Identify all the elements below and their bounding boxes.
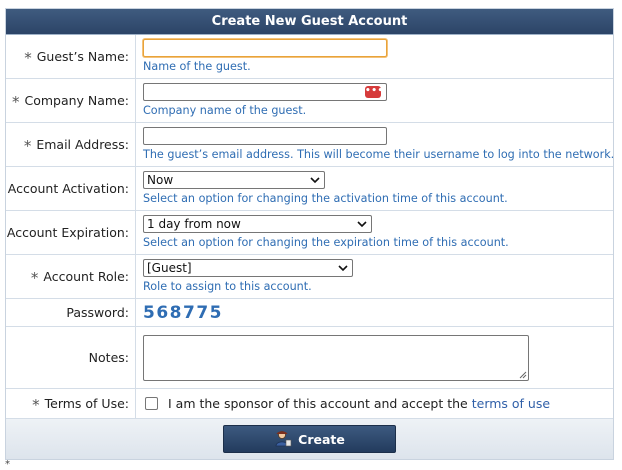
expiration-selected: 1 day from now [147, 217, 241, 231]
email-hint: The guest’s email address. This will bec… [143, 148, 615, 161]
activation-row: Account Activation: Now Select an option… [6, 167, 613, 211]
password-value: 568775 [143, 302, 223, 323]
guest-name-hint: Name of the guest. [143, 60, 251, 73]
form-title: Create New Guest Account [6, 9, 613, 35]
role-selected: [Guest] [147, 261, 192, 275]
email-label: Email Address: [36, 137, 129, 152]
notes-label: Notes: [88, 350, 129, 365]
terms-checkbox[interactable] [145, 397, 158, 410]
terms-of-use-link[interactable]: terms of use [472, 396, 550, 411]
expiration-label: Account Expiration: [6, 225, 129, 240]
required-marker: * [23, 136, 32, 155]
notes-textarea[interactable] [143, 334, 529, 381]
required-marker: * [32, 395, 40, 414]
company-name-hint: Company name of the guest. [143, 104, 307, 117]
role-select[interactable]: [Guest] [143, 259, 353, 277]
company-name-row: * Company Name: ••• Company name of the … [6, 79, 613, 123]
required-marker: * [24, 48, 32, 67]
expiration-hint: Select an option for changing the expira… [143, 236, 509, 249]
chevron-down-icon [310, 175, 320, 185]
form-footer: Create [6, 419, 613, 459]
create-button[interactable]: Create [223, 425, 396, 453]
activation-label: Account Activation: [7, 181, 129, 196]
role-row: * Account Role: [Guest] Role to assign t… [6, 255, 613, 299]
terms-text: I am the sponsor of this account and acc… [168, 396, 468, 411]
chevron-down-icon [357, 219, 367, 229]
expiration-row: Account Expiration: 1 day from now Selec… [6, 211, 613, 255]
role-label: Account Role: [43, 269, 129, 284]
company-name-label: Company Name: [24, 93, 129, 108]
password-row: Password: 568775 [6, 299, 613, 327]
guest-name-input[interactable] [143, 39, 387, 57]
company-name-input[interactable] [143, 83, 387, 101]
expiration-select[interactable]: 1 day from now [143, 215, 372, 233]
create-guest-form: Create New Guest Account * Guest’s Name:… [5, 8, 614, 460]
notes-row: Notes: [6, 327, 613, 389]
more-dots-icon[interactable]: ••• [365, 86, 383, 98]
activation-hint: Select an option for changing the activa… [143, 192, 508, 205]
user-add-icon [274, 430, 292, 448]
activation-select[interactable]: Now [143, 171, 325, 189]
activation-selected: Now [147, 173, 174, 187]
required-marker: * [30, 268, 39, 287]
terms-label: Terms of Use: [44, 396, 129, 411]
create-button-label: Create [298, 431, 345, 447]
guest-name-row: * Guest’s Name: Name of the guest. [6, 35, 613, 79]
role-hint: Role to assign to this account. [143, 280, 312, 293]
email-input[interactable] [143, 127, 387, 145]
chevron-down-icon [338, 263, 348, 273]
password-label: Password: [66, 305, 129, 320]
footnote-marker: * [5, 459, 10, 470]
required-marker: * [11, 92, 20, 111]
terms-row: * Terms of Use: I am the sponsor of this… [6, 389, 613, 419]
email-row: * Email Address: The guest’s email addre… [6, 123, 615, 167]
guest-name-label: Guest’s Name: [36, 49, 129, 64]
resize-grip-icon[interactable] [518, 370, 527, 379]
